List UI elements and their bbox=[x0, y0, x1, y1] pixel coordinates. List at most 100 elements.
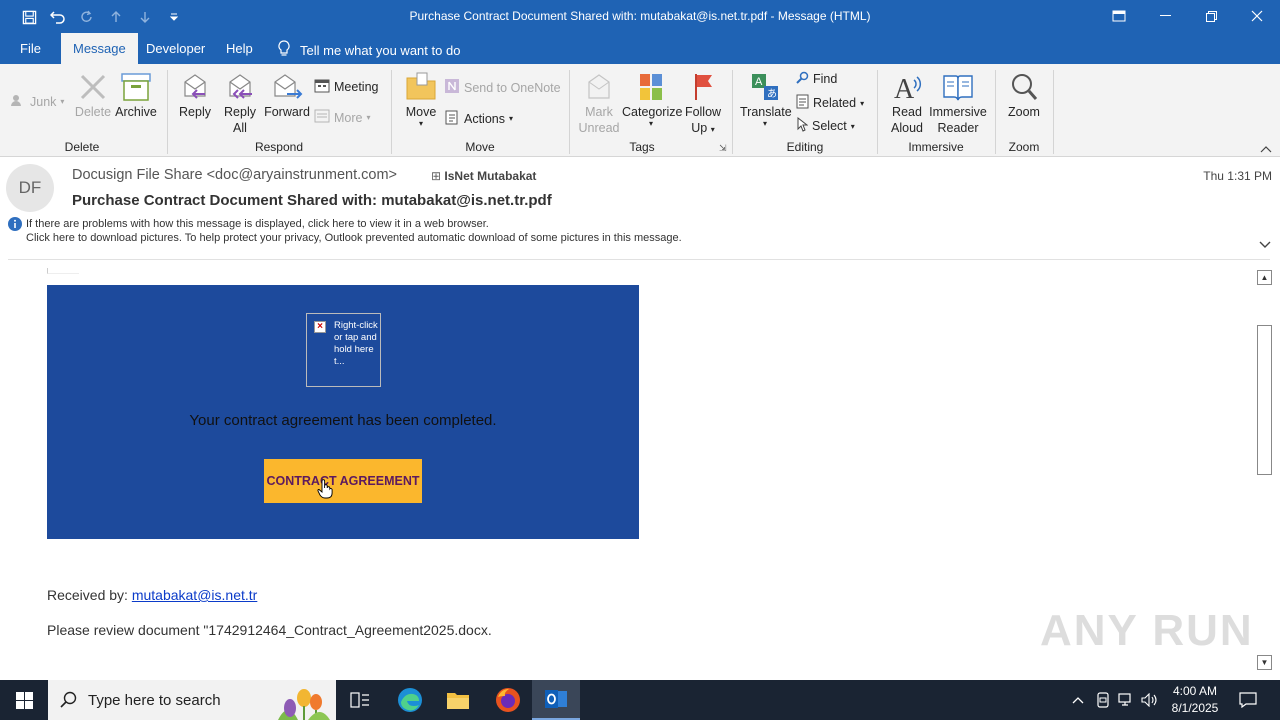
send-to-onenote-button[interactable]: Send to OneNote bbox=[444, 78, 561, 97]
archive-button[interactable]: Archive bbox=[114, 72, 158, 120]
ribbon: Junk ▾ Delete Archive Delete Reply Reply … bbox=[0, 64, 1280, 157]
avatar: DF bbox=[6, 164, 54, 212]
taskbar: Type here to search 4:00 AM 8/1/2025 bbox=[0, 680, 1280, 720]
immersive-reader-icon bbox=[929, 72, 987, 104]
scroll-up-icon[interactable]: ▲ bbox=[1257, 270, 1272, 285]
more-icon bbox=[314, 109, 330, 126]
anyrun-watermark: ANY RUN bbox=[1040, 606, 1254, 655]
show-hidden-icons-chevron-icon[interactable] bbox=[1066, 680, 1090, 720]
forward-button[interactable]: Forward bbox=[263, 72, 311, 120]
search-placeholder: Type here to search bbox=[88, 691, 221, 709]
review-document-text: Please review document "1742912464_Contr… bbox=[47, 622, 492, 638]
reply-button[interactable]: Reply bbox=[175, 72, 215, 120]
calendar-icon bbox=[314, 78, 330, 96]
tab-help[interactable]: Help bbox=[214, 33, 265, 64]
vertical-scrollbar[interactable]: ▲ ▼ bbox=[1256, 268, 1273, 672]
expand-header-icon[interactable] bbox=[1259, 238, 1271, 252]
edge-browser-icon[interactable] bbox=[386, 680, 434, 720]
delete-button[interactable]: Delete bbox=[73, 72, 113, 120]
find-button[interactable]: Find bbox=[796, 71, 837, 87]
windows-start-icon[interactable] bbox=[0, 680, 48, 720]
follow-up-button[interactable]: Follow Up ▾ bbox=[683, 72, 723, 138]
ribbon-separator bbox=[995, 70, 996, 154]
immersive-reader-button[interactable]: Immersive Reader bbox=[929, 72, 987, 136]
cursor-select-icon bbox=[796, 116, 809, 135]
blocked-image-alt-text: Right-click or tap and hold here t... bbox=[334, 320, 378, 367]
task-view-icon[interactable] bbox=[336, 680, 384, 720]
tab-file[interactable]: File bbox=[8, 33, 53, 64]
related-button[interactable]: Related ▾ bbox=[796, 94, 864, 112]
ribbon-tab-bar: File Message Developer Help Tell me what… bbox=[0, 33, 1280, 64]
volume-icon[interactable] bbox=[1138, 680, 1162, 720]
group-label-immersive: Immersive bbox=[908, 140, 964, 154]
read-aloud-icon: A bbox=[887, 72, 927, 105]
minimize-icon[interactable] bbox=[1142, 0, 1188, 32]
onenote-icon bbox=[444, 78, 460, 97]
actions-button[interactable]: Actions ▾ bbox=[444, 109, 513, 128]
junk-button[interactable]: Junk ▾ bbox=[10, 93, 64, 110]
ribbon-separator bbox=[391, 70, 392, 154]
tab-developer[interactable]: Developer bbox=[134, 33, 217, 64]
close-icon[interactable] bbox=[1234, 0, 1280, 32]
reply-all-button[interactable]: Reply All bbox=[219, 72, 261, 136]
group-label-respond: Respond bbox=[254, 140, 304, 154]
info-icon bbox=[8, 217, 22, 234]
tags-dialog-launcher-icon[interactable]: ⇲ bbox=[719, 143, 727, 154]
group-label-zoom: Zoom bbox=[1008, 140, 1040, 154]
hidden-image-placeholder bbox=[47, 268, 79, 274]
broken-image-icon: × bbox=[314, 321, 326, 333]
taskbar-search-box[interactable]: Type here to search bbox=[48, 680, 336, 720]
delete-icon bbox=[73, 72, 113, 104]
firefox-icon[interactable] bbox=[484, 680, 532, 720]
file-explorer-icon[interactable] bbox=[434, 680, 482, 720]
ribbon-display-options-icon[interactable] bbox=[1096, 0, 1142, 32]
zoom-icon bbox=[1003, 72, 1045, 104]
notification-center-icon[interactable] bbox=[1228, 680, 1268, 720]
restore-icon[interactable] bbox=[1188, 0, 1234, 32]
mark-unread-icon bbox=[578, 72, 620, 104]
select-button[interactable]: Select ▾ bbox=[796, 116, 855, 135]
translate-button[interactable]: Aあ Translate ▾ bbox=[740, 72, 792, 128]
recipient-email-link[interactable]: mutabakat@is.net.tr bbox=[132, 587, 258, 603]
info-bar-view-in-browser[interactable]: If there are problems with how this mess… bbox=[26, 218, 489, 230]
reply-all-icon bbox=[219, 72, 261, 104]
svg-text:A: A bbox=[894, 74, 915, 104]
contract-message: Your contract agreement has been complet… bbox=[189, 412, 497, 429]
group-label-tags: Tags bbox=[629, 140, 655, 154]
more-respond-button[interactable]: More ▾ bbox=[314, 109, 371, 126]
move-button[interactable]: Move ▾ bbox=[401, 72, 441, 128]
ribbon-separator bbox=[732, 70, 733, 154]
info-bar-download-pictures[interactable]: Click here to download pictures. To help… bbox=[26, 232, 682, 244]
zoom-button[interactable]: Zoom bbox=[1003, 72, 1045, 120]
ribbon-separator bbox=[167, 70, 168, 154]
received-by-line: Received by: mutabakat@is.net.tr bbox=[47, 587, 258, 603]
contract-agreement-button[interactable]: CONTRACT AGREEMENT bbox=[264, 459, 422, 503]
scroll-thumb[interactable] bbox=[1257, 325, 1272, 475]
search-icon bbox=[60, 691, 77, 712]
actions-icon bbox=[444, 109, 460, 128]
tab-message[interactable]: Message bbox=[61, 33, 138, 64]
collapse-ribbon-icon[interactable] bbox=[1260, 142, 1272, 156]
blocked-image[interactable]: × Right-click or tap and hold here t... bbox=[306, 313, 381, 387]
message-date: Thu 1:31 PM bbox=[1203, 169, 1272, 183]
svg-text:A: A bbox=[755, 76, 763, 88]
meeting-button[interactable]: Meeting bbox=[314, 78, 378, 96]
hand-cursor-icon bbox=[317, 479, 333, 502]
title-bar: Purchase Contract Document Shared with: … bbox=[0, 0, 1280, 33]
flag-icon bbox=[683, 72, 723, 104]
network-icon[interactable] bbox=[1114, 680, 1138, 720]
tell-me-label: Tell me what you want to do bbox=[300, 42, 461, 58]
taskbar-clock[interactable]: 4:00 AM 8/1/2025 bbox=[1166, 683, 1224, 717]
recipient[interactable]: ⊞ IsNet Mutabakat bbox=[431, 169, 536, 183]
reply-icon bbox=[175, 72, 215, 104]
scroll-down-icon[interactable]: ▼ bbox=[1257, 655, 1272, 670]
read-aloud-button[interactable]: A Read Aloud bbox=[887, 72, 927, 136]
forward-icon bbox=[263, 72, 311, 104]
mark-unread-button[interactable]: Mark Unread bbox=[578, 72, 620, 136]
expand-icon: ⊞ bbox=[431, 169, 442, 183]
sender-address[interactable]: Docusign File Share <doc@aryainstrunment… bbox=[72, 167, 397, 183]
device-icon[interactable] bbox=[1091, 680, 1115, 720]
tell-me-box[interactable]: Tell me what you want to do bbox=[278, 40, 460, 60]
categorize-button[interactable]: Categorize ▾ bbox=[622, 72, 682, 128]
outlook-taskbar-icon[interactable] bbox=[532, 680, 580, 720]
